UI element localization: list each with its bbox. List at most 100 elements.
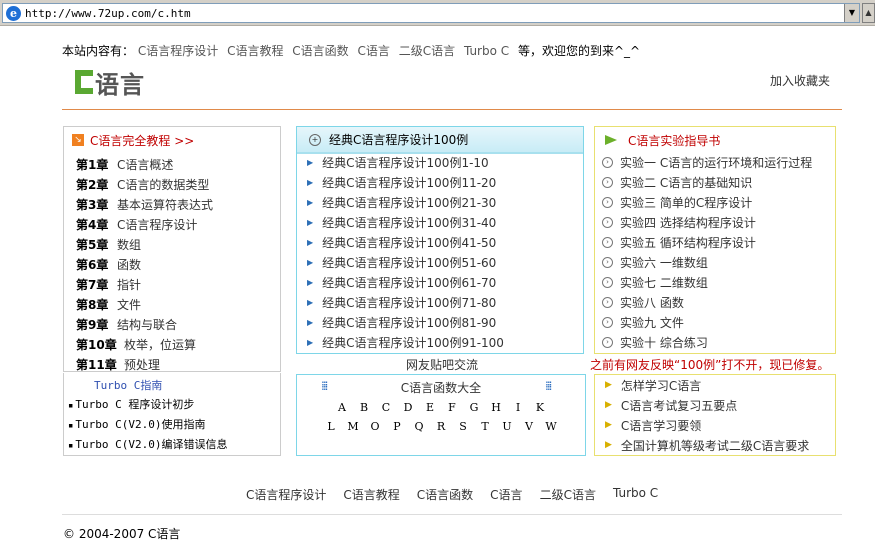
lab-label[interactable]: 实验十 综合练习 — [620, 334, 708, 351]
footer-link[interactable]: 二级C语言 — [540, 486, 596, 503]
function-letter-link[interactable]: F — [441, 401, 463, 414]
tip-label[interactable]: 怎样学习C语言 — [621, 377, 701, 394]
intro-topic[interactable]: C语言教程 — [227, 44, 283, 58]
chapter-title[interactable]: 数组 — [117, 236, 141, 253]
chapter-item[interactable]: 第2章 C语言的数据类型 — [76, 174, 213, 194]
chapter-item[interactable]: 第5章 数组 — [76, 234, 213, 254]
tip-label[interactable]: C语言考试复习五要点 — [621, 397, 737, 414]
example-link[interactable]: ▶ 经典C语言程序设计100例21-30 — [307, 192, 504, 212]
lab-item[interactable]: › 实验六 一维数组 — [602, 252, 812, 272]
function-letter-link[interactable]: S — [452, 420, 474, 433]
function-letter-link[interactable]: L — [320, 420, 342, 433]
tip-link[interactable]: ▶ C语言考试复习五要点 — [605, 395, 809, 415]
function-letter-link[interactable]: W — [540, 420, 562, 433]
example-label[interactable]: 经典C语言程序设计100例31-40 — [322, 214, 496, 231]
example-link[interactable]: ▶ 经典C语言程序设计100例91-100 — [307, 332, 504, 352]
lab-item[interactable]: › 实验一 C语言的运行环境和运行过程 — [602, 152, 812, 172]
example-label[interactable]: 经典C语言程序设计100例21-30 — [322, 194, 496, 211]
intro-topic[interactable]: C语言 — [358, 44, 390, 58]
chevron-down-icon[interactable]: ▼ — [844, 4, 859, 22]
turbo-c-link[interactable]: Turbo C(V2.0)编译错误信息 — [68, 436, 227, 452]
function-letter-link[interactable]: D — [397, 401, 419, 414]
example-link[interactable]: ▶ 经典C语言程序设计100例71-80 — [307, 292, 504, 312]
chapter-title[interactable]: 结构与联合 — [117, 316, 177, 333]
site-logo[interactable]: 语言 — [75, 68, 145, 99]
example-link[interactable]: ▶ 经典C语言程序设计100例51-60 — [307, 252, 504, 272]
tutorial-heading[interactable]: ↘ C语言完全教程 >> — [72, 132, 194, 148]
lab-label[interactable]: 实验四 选择结构程序设计 — [620, 214, 756, 231]
function-letter-link[interactable]: U — [496, 420, 518, 433]
example-label[interactable]: 经典C语言程序设计100例91-100 — [322, 334, 504, 351]
forum-link[interactable]: 网友贴吧交流 — [406, 356, 478, 373]
function-letter-link[interactable]: M — [342, 420, 364, 433]
tip-link[interactable]: ▶ 全国计算机等级考试二级C语言要求 — [605, 435, 809, 455]
lab-item[interactable]: › 实验七 二维数组 — [602, 272, 812, 292]
function-letter-link[interactable]: I — [507, 401, 529, 414]
intro-topic[interactable]: C语言函数 — [292, 44, 348, 58]
example-link[interactable]: ▶ 经典C语言程序设计100例81-90 — [307, 312, 504, 332]
function-letter-link[interactable]: C — [375, 401, 397, 414]
lab-label[interactable]: 实验一 C语言的运行环境和运行过程 — [620, 154, 812, 171]
chapter-title[interactable]: 函数 — [117, 256, 141, 273]
footer-link[interactable]: C语言 — [490, 486, 522, 503]
chapter-title[interactable]: C语言的数据类型 — [117, 176, 209, 193]
function-letter-link[interactable]: O — [364, 420, 386, 433]
chapter-item[interactable]: 第8章 文件 — [76, 294, 213, 314]
chapter-item[interactable]: 第4章 C语言程序设计 — [76, 214, 213, 234]
address-url[interactable]: http://www.72up.com/c.htm — [25, 7, 191, 20]
chapter-title[interactable]: C语言概述 — [117, 156, 173, 173]
function-letter-link[interactable]: R — [430, 420, 452, 433]
lab-heading[interactable]: C语言实验指导书 — [605, 132, 720, 148]
example-label[interactable]: 经典C语言程序设计100例61-70 — [322, 274, 496, 291]
function-letter-link[interactable]: K — [529, 401, 551, 414]
chapter-item[interactable]: 第7章 指针 — [76, 274, 213, 294]
footer-link[interactable]: C语言程序设计 — [246, 486, 326, 503]
lab-item[interactable]: › 实验二 C语言的基础知识 — [602, 172, 812, 192]
chapter-item[interactable]: 第1章 C语言概述 — [76, 154, 213, 174]
lab-label[interactable]: 实验三 简单的C程序设计 — [620, 194, 752, 211]
chapter-item[interactable]: 第11章 预处理 — [76, 354, 213, 374]
chapter-item[interactable]: 第6章 函数 — [76, 254, 213, 274]
chapter-title[interactable]: 文件 — [117, 296, 141, 313]
lab-item[interactable]: › 实验九 文件 — [602, 312, 812, 332]
example-label[interactable]: 经典C语言程序设计100例1-10 — [322, 154, 489, 171]
function-letter-link[interactable]: E — [419, 401, 441, 414]
lab-label[interactable]: 实验五 循环结构程序设计 — [620, 234, 756, 251]
lab-item[interactable]: › 实验五 循环结构程序设计 — [602, 232, 812, 252]
chapter-item[interactable]: 第3章 基本运算符表达式 — [76, 194, 213, 214]
example-label[interactable]: 经典C语言程序设计100例71-80 — [322, 294, 496, 311]
lab-item[interactable]: › 实验八 函数 — [602, 292, 812, 312]
example-link[interactable]: ▶ 经典C语言程序设计100例31-40 — [307, 212, 504, 232]
chapter-item[interactable]: 第9章 结构与联合 — [76, 314, 213, 334]
chapter-title[interactable]: 枚举，位运算 — [124, 336, 196, 353]
turbo-c-link[interactable]: Turbo C(V2.0)使用指南 — [68, 416, 205, 432]
lab-label[interactable]: 实验六 一维数组 — [620, 254, 708, 271]
chapter-title[interactable]: 预处理 — [124, 356, 160, 373]
example-label[interactable]: 经典C语言程序设计100例51-60 — [322, 254, 496, 271]
lab-label[interactable]: 实验八 函数 — [620, 294, 684, 311]
chapter-title[interactable]: C语言程序设计 — [117, 216, 197, 233]
tip-label[interactable]: C语言学习要领 — [621, 417, 701, 434]
function-letter-link[interactable]: Q — [408, 420, 430, 433]
examples-heading[interactable]: + 经典C语言程序设计100例 — [297, 127, 583, 154]
example-label[interactable]: 经典C语言程序设计100例41-50 — [322, 234, 496, 251]
example-link[interactable]: ▶ 经典C语言程序设计100例1-10 — [307, 152, 504, 172]
function-letter-link[interactable]: A — [331, 401, 353, 414]
footer-link[interactable]: C语言函数 — [417, 486, 473, 503]
lab-label[interactable]: 实验九 文件 — [620, 314, 684, 331]
function-letter-link[interactable]: H — [485, 401, 507, 414]
functions-title[interactable]: C语言函数大全 — [297, 379, 585, 396]
intro-topic[interactable]: C语言程序设计 — [138, 44, 218, 58]
lab-item[interactable]: › 实验四 选择结构程序设计 — [602, 212, 812, 232]
chapter-title[interactable]: 指针 — [117, 276, 141, 293]
address-input[interactable]: e http://www.72up.com/c.htm ▼ — [2, 3, 860, 23]
function-letter-link[interactable]: B — [353, 401, 375, 414]
turbo-c-title[interactable]: Turbo C指南 — [94, 377, 162, 393]
function-letter-link[interactable]: G — [463, 401, 485, 414]
example-link[interactable]: ▶ 经典C语言程序设计100例11-20 — [307, 172, 504, 192]
footer-link[interactable]: C语言教程 — [343, 486, 399, 503]
intro-topic[interactable]: 二级C语言 — [399, 44, 455, 58]
tip-link[interactable]: ▶ C语言学习要领 — [605, 415, 809, 435]
footer-link[interactable]: Turbo C — [613, 486, 658, 503]
turbo-c-link[interactable]: Turbo C 程序设计初步 — [68, 396, 194, 412]
